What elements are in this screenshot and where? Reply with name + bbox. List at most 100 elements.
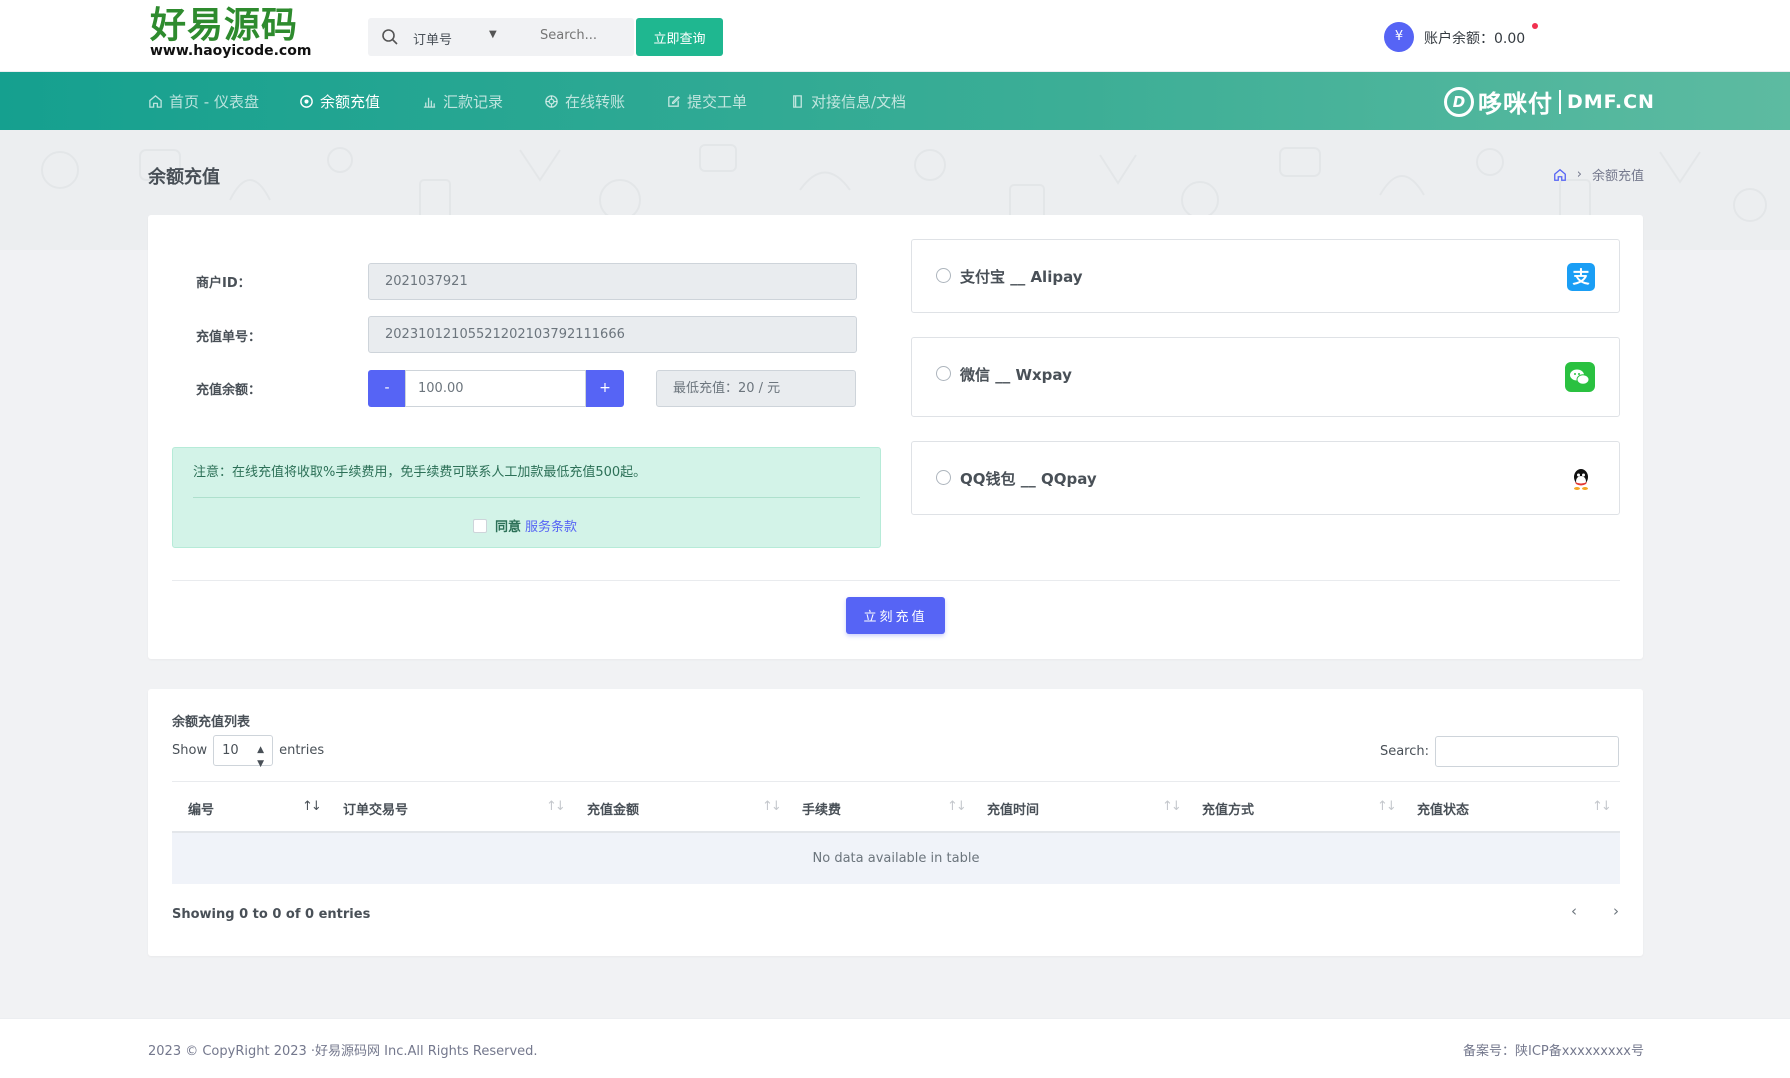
search-label: Search: bbox=[1379, 744, 1429, 759]
breadcrumb-current: 余额充值 bbox=[1591, 169, 1644, 184]
nav-label: 汇款记录 bbox=[443, 93, 504, 111]
table-header: 编号 ↑↓ 订单交易号 ↑↓ 充值金额 ↑↓ 手续费 ↑↓ 充值时间 ↑↓ 充值… bbox=[172, 781, 1620, 833]
search-icon bbox=[382, 29, 398, 45]
target-icon bbox=[300, 95, 313, 108]
sort-icon[interactable]: ↑↓ bbox=[1592, 799, 1612, 814]
site-logo[interactable]: 好易源码 www.haoyicode.com bbox=[150, 5, 312, 59]
column-header[interactable]: 充值金额 bbox=[587, 799, 639, 818]
footer: 2023 © CopyRight 2023 ·好易源码网 Inc.All Rig… bbox=[0, 1018, 1790, 1078]
nav-label: 首页 - 仪表盘 bbox=[169, 93, 259, 111]
sort-asc-icon[interactable]: ↑↓ bbox=[302, 799, 322, 814]
bar-chart-icon bbox=[423, 97, 436, 108]
copyright: 2023 © CopyRight 2023 ·好易源码网 Inc.All Rig… bbox=[148, 1044, 538, 1059]
chevron-down-icon[interactable]: ▼ bbox=[489, 29, 497, 40]
payment-label: 微信 __ Wxpay bbox=[960, 366, 1072, 384]
sort-icon[interactable]: ↑↓ bbox=[762, 799, 782, 814]
search-box: 订单号 ▼ bbox=[368, 18, 634, 56]
aperture-icon bbox=[545, 95, 558, 108]
page-size-select[interactable]: 10 ▲ ▼ bbox=[213, 735, 274, 769]
sort-arrows-icon: ▲ ▼ bbox=[257, 745, 265, 769]
breadcrumb: › 余额充值 bbox=[1553, 165, 1644, 184]
brand-logo: D 哆咪付 DMF.CN bbox=[1444, 84, 1655, 119]
order-no-field: 20231012105521202103792111666 bbox=[368, 316, 857, 353]
recharge-card: 商户ID： 2021037921 充值单号： 20231012105521202… bbox=[148, 215, 1643, 659]
payment-label: 支付宝 __ Alipay bbox=[960, 268, 1083, 286]
nav-label: 在线转账 bbox=[565, 93, 626, 111]
decrease-button[interactable]: - bbox=[368, 370, 406, 407]
sort-icon[interactable]: ↑↓ bbox=[1377, 799, 1397, 814]
search-type-select[interactable]: 订单号 bbox=[413, 29, 452, 48]
balance-text: 账户余额：0.00 bbox=[1424, 31, 1526, 47]
table-search-input[interactable] bbox=[1435, 736, 1619, 767]
table-search: Search: bbox=[1380, 736, 1619, 767]
show-label: Show bbox=[172, 743, 208, 758]
payment-option-qqpay[interactable]: QQ钱包 __ QQpay bbox=[911, 441, 1620, 515]
sort-icon[interactable]: ↑↓ bbox=[1162, 799, 1182, 814]
page-size-value: 10 bbox=[222, 743, 239, 758]
recharge-list-card: 余额充值列表 Show 10 ▲ ▼ entries Search: 编号 ↑↓ … bbox=[148, 689, 1643, 956]
book-icon bbox=[793, 95, 802, 108]
edit-icon bbox=[668, 95, 680, 107]
breadcrumb-separator: › bbox=[1576, 167, 1582, 182]
logo-title: 好易源码 bbox=[150, 5, 299, 46]
payment-label: QQ钱包 __ QQpay bbox=[960, 470, 1097, 488]
page-length: Show 10 ▲ ▼ entries bbox=[172, 735, 325, 769]
icp-record[interactable]: 备案号：陕ICP备xxxxxxxxx号 bbox=[1463, 1040, 1644, 1059]
qq-icon bbox=[1574, 469, 1588, 490]
search-input[interactable] bbox=[540, 28, 624, 43]
brand-name: 哆咪付 bbox=[1478, 90, 1553, 118]
merchant-id-field: 2021037921 bbox=[368, 263, 857, 300]
brand-mark-icon: D bbox=[1444, 86, 1474, 117]
column-header[interactable]: 充值状态 bbox=[1417, 799, 1469, 818]
merchant-id-label: 商户ID： bbox=[196, 276, 251, 291]
agree-label: 同意 bbox=[495, 520, 522, 535]
form-divider bbox=[172, 580, 1620, 581]
nav-item-ticket[interactable]: 提交工单 bbox=[666, 91, 747, 112]
alipay-icon: 支 bbox=[1567, 263, 1595, 291]
nav-item-recharge[interactable]: 余额充值 bbox=[299, 91, 380, 112]
svg-text:支: 支 bbox=[1573, 267, 1591, 288]
payment-option-wxpay[interactable]: 微信 __ Wxpay bbox=[911, 337, 1620, 417]
home-icon bbox=[149, 95, 162, 108]
qqpay-radio[interactable] bbox=[936, 470, 951, 485]
pagination: ‹ › bbox=[1571, 902, 1619, 920]
payment-option-alipay[interactable]: 支付宝 __ Alipay 支 bbox=[911, 239, 1620, 313]
notice-box: 注意：在线充值将收取%手续费用，免手续费可联系人工加款最低充值500起。 同意 … bbox=[172, 447, 881, 548]
amount-input[interactable]: 100.00 bbox=[405, 370, 586, 407]
agree-checkbox[interactable] bbox=[473, 518, 487, 533]
recharge-table: 编号 ↑↓ 订单交易号 ↑↓ 充值金额 ↑↓ 手续费 ↑↓ 充值时间 ↑↓ 充值… bbox=[172, 781, 1620, 884]
column-header[interactable]: 充值方式 bbox=[1202, 799, 1254, 818]
column-header[interactable]: 编号 bbox=[188, 799, 214, 818]
home-icon[interactable] bbox=[1553, 168, 1567, 182]
table-title: 余额充值列表 bbox=[172, 715, 251, 730]
top-bar: 好易源码 www.haoyicode.com 订单号 ▼ 立即查询 ¥ 账户余额… bbox=[0, 0, 1790, 72]
column-header[interactable]: 充值时间 bbox=[987, 799, 1039, 818]
nav-label: 提交工单 bbox=[687, 93, 748, 111]
prev-page-button[interactable]: ‹ bbox=[1571, 902, 1577, 920]
brand-divider bbox=[1559, 89, 1561, 114]
notification-dot bbox=[1532, 23, 1538, 29]
entries-label: entries bbox=[279, 743, 325, 758]
nav-label: 余额充值 bbox=[320, 93, 381, 111]
nav-item-dashboard[interactable]: 首页 - 仪表盘 bbox=[148, 91, 259, 112]
table-info: Showing 0 to 0 of 0 entries bbox=[172, 907, 371, 922]
sort-icon[interactable]: ↑↓ bbox=[947, 799, 967, 814]
wechat-icon bbox=[1565, 362, 1595, 392]
query-button[interactable]: 立即查询 bbox=[636, 18, 723, 56]
column-header[interactable]: 订单交易号 bbox=[343, 799, 408, 818]
recharge-submit-button[interactable]: 立刻充值 bbox=[846, 597, 945, 634]
logo-subtitle: www.haoyicode.com bbox=[150, 43, 312, 59]
sort-icon[interactable]: ↑↓ bbox=[546, 799, 566, 814]
nav-item-docs[interactable]: 对接信息/文档 bbox=[790, 91, 906, 112]
wxpay-radio[interactable] bbox=[936, 366, 951, 381]
next-page-button[interactable]: › bbox=[1613, 902, 1619, 920]
column-header[interactable]: 手续费 bbox=[802, 799, 841, 818]
main-nav: 首页 - 仪表盘 余额充值 汇款记录 在线转账 提交工单 对接信息/文档 D 哆… bbox=[0, 72, 1790, 130]
nav-item-transfer[interactable]: 在线转账 bbox=[544, 91, 625, 112]
terms-link[interactable]: 服务条款 bbox=[525, 516, 577, 535]
page-title: 余额充值 bbox=[148, 167, 220, 188]
alipay-radio[interactable] bbox=[936, 268, 951, 283]
increase-button[interactable]: + bbox=[586, 370, 624, 407]
min-amount-field: 最低充值：20 / 元 bbox=[656, 370, 856, 407]
nav-item-remittance[interactable]: 汇款记录 bbox=[422, 91, 503, 112]
